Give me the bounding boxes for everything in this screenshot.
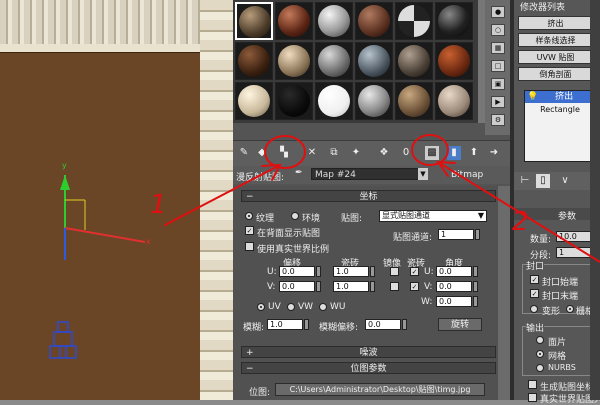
annotation-label-1: 1 [150, 190, 167, 220]
annotation-circle-1 [264, 135, 306, 169]
annotation-label-2: 2 [512, 207, 529, 237]
red-annotations: 1 2 [150, 134, 600, 263]
annotation-arrow-1 [164, 164, 281, 226]
annotation-circle-2 [411, 134, 449, 166]
